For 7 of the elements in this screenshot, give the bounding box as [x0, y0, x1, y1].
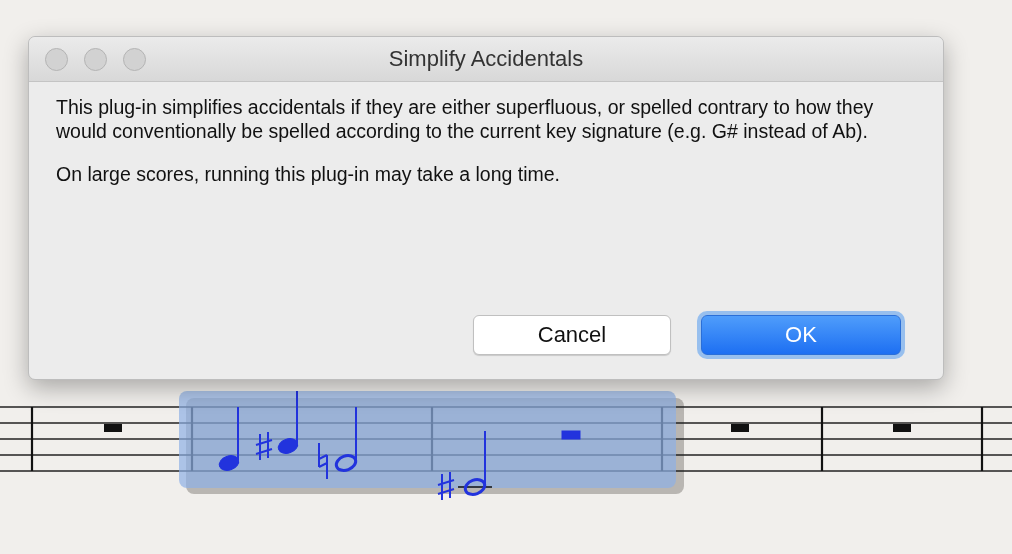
- minimize-button[interactable]: [84, 47, 107, 71]
- message-text: This plug-in simplifies accidentals if they are either superfluous, or spelled contrary to how they would conventionally be spelled according to the current key signature (e.g. G# instead of Ab).: [56, 96, 875, 143]
- zoom-button[interactable]: [123, 47, 146, 71]
- cancel-button[interactable]: Cancel: [473, 315, 671, 355]
- close-button[interactable]: [45, 47, 68, 71]
- message-text: On large scores, running this plug-in may take a long time.: [56, 163, 561, 187]
- window-title: Simplify Accidentals: [387, 46, 585, 72]
